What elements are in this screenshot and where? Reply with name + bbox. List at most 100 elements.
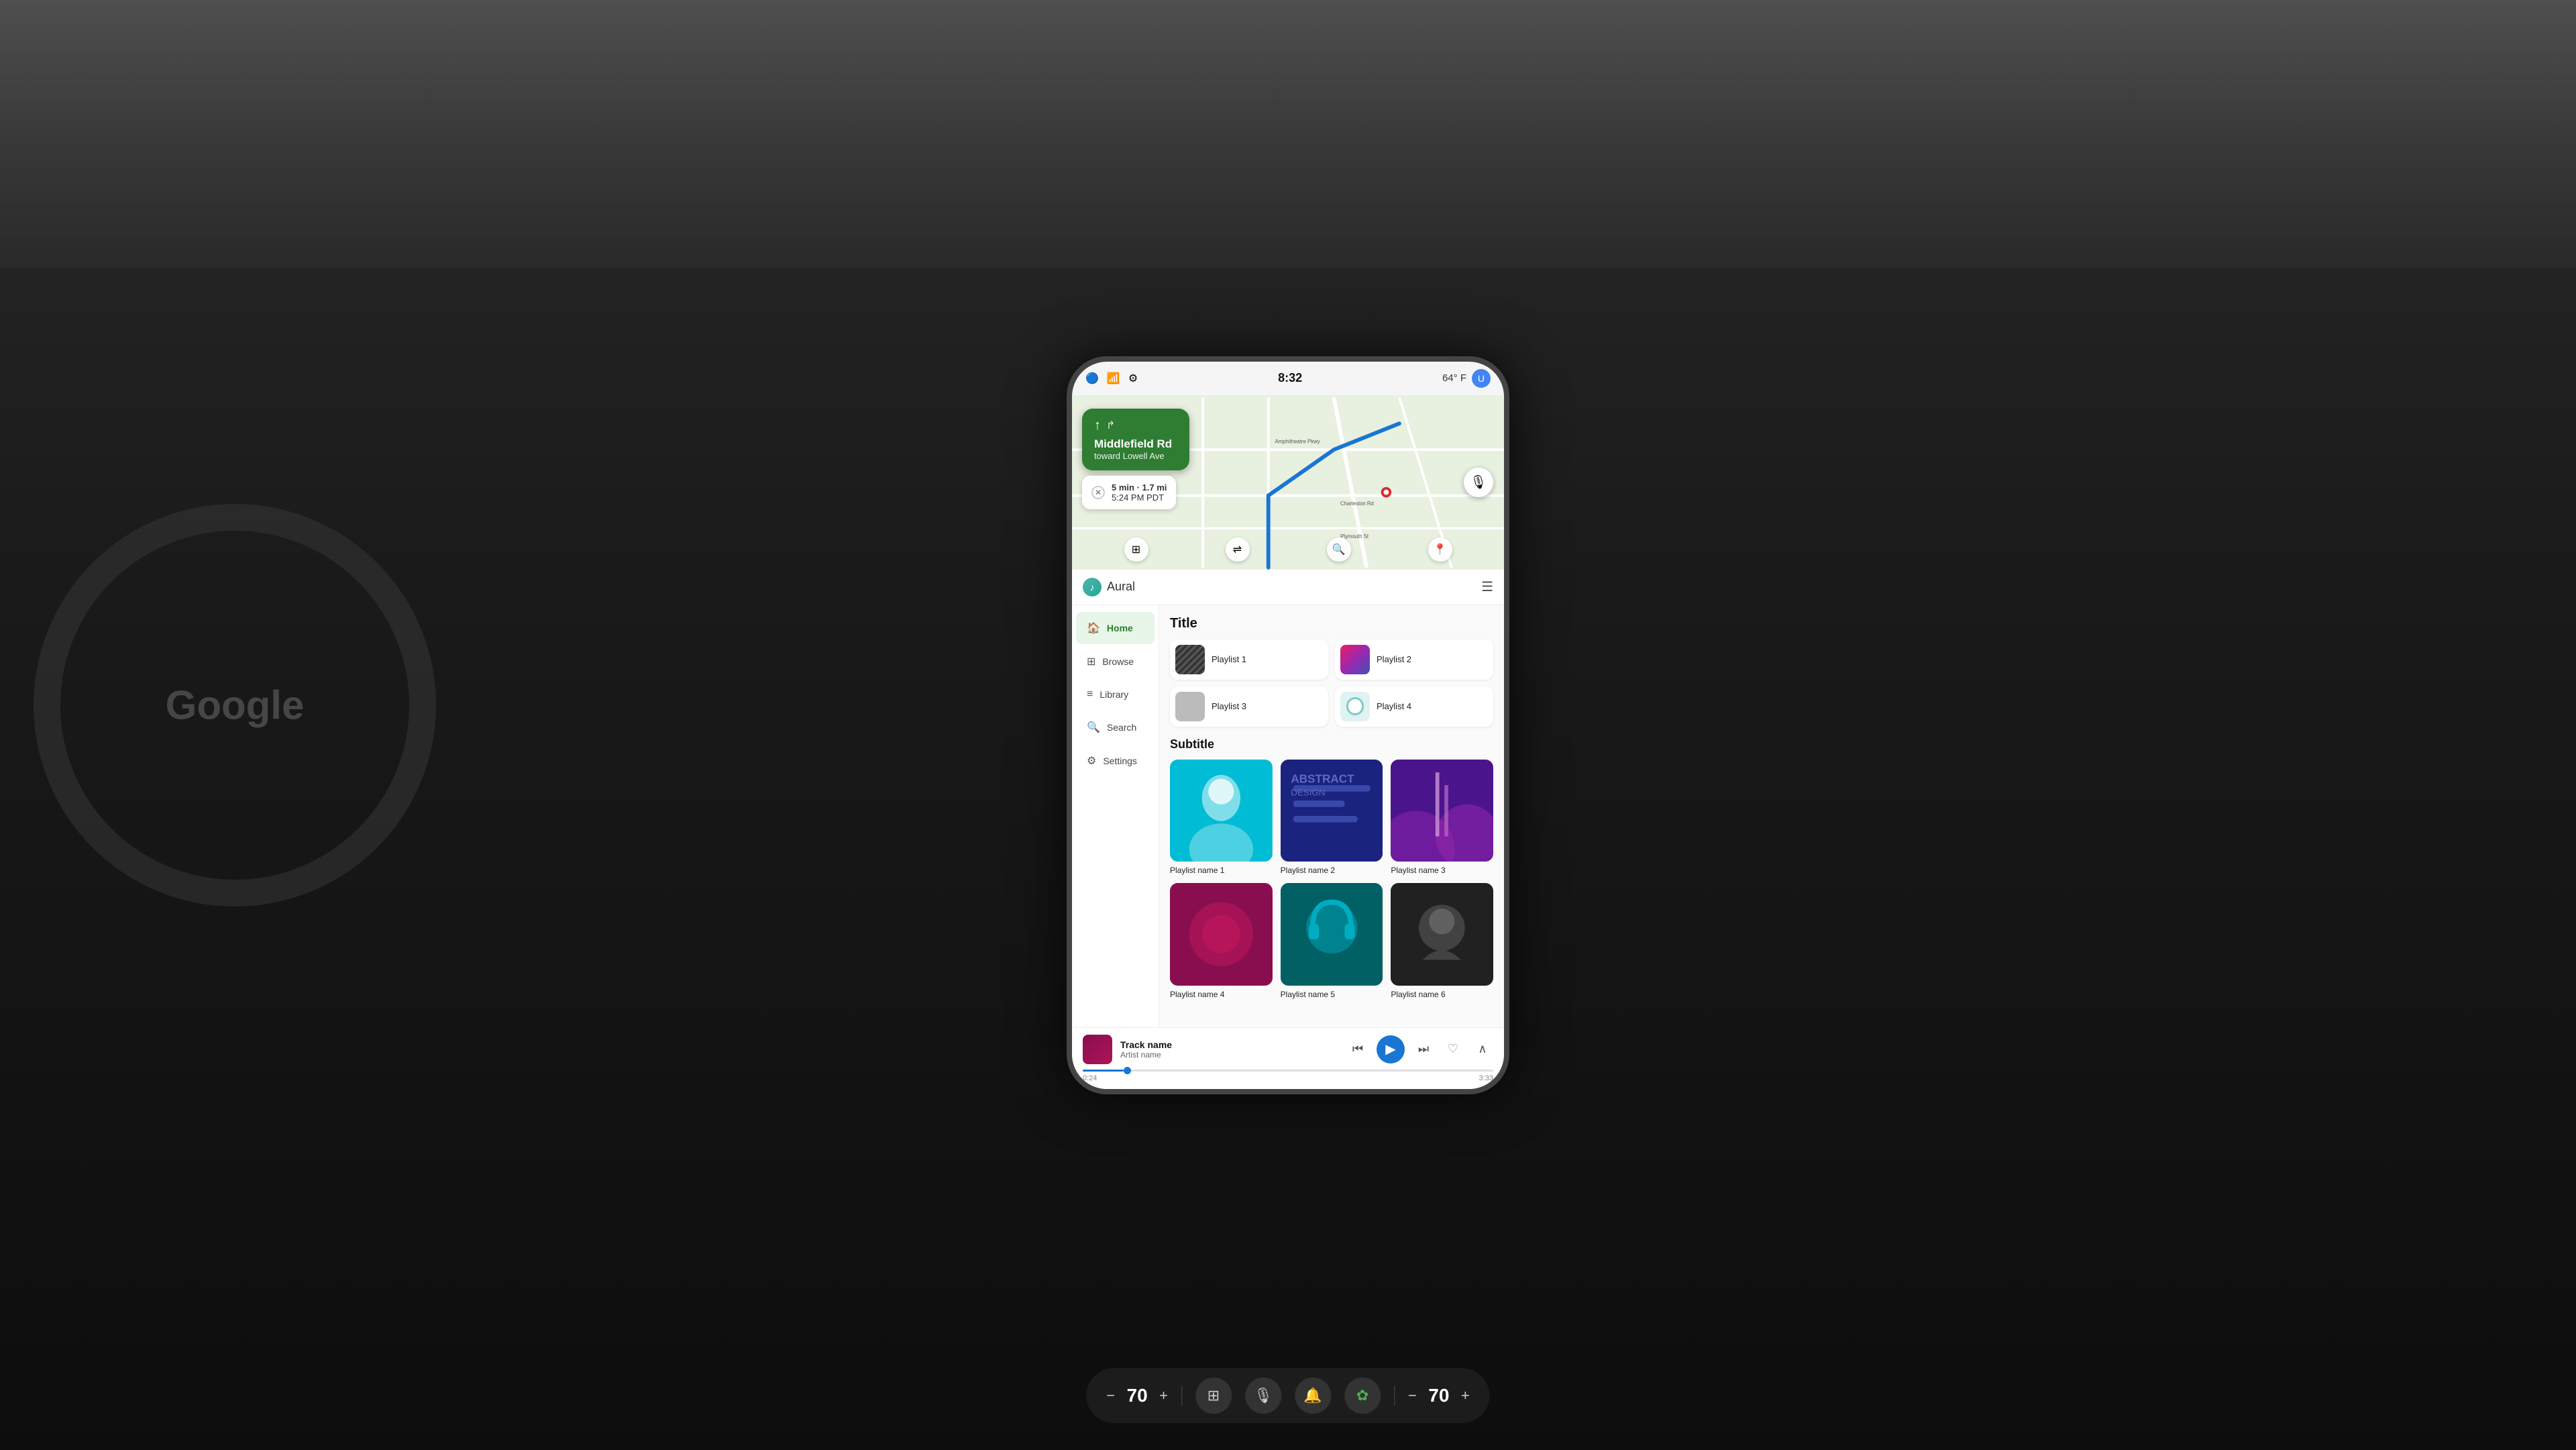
playlist-grid-small: Playlist 1 Playlist 2 Playlist 3 (1170, 639, 1493, 727)
sidebar-item-search[interactable]: 🔍 Search (1076, 711, 1155, 743)
content-area: Title Playlist 1 Playlist 2 (1159, 605, 1504, 1027)
divider-1 (1181, 1386, 1182, 1406)
playlist-large-2-name: Playlist name 2 (1281, 866, 1383, 875)
skip-back-button[interactable]: ⏮ (1347, 1039, 1368, 1060)
up-arrow-icon: ↑ (1094, 418, 1101, 433)
progress-fill (1083, 1070, 1124, 1072)
map-section: Amphitheatre Pkwy Charleston Rd Plymouth… (1072, 395, 1504, 570)
playlist-large-item-2[interactable]: ABSTRACT DESIGN Playlist name 2 (1281, 760, 1383, 876)
playlist-large-item-1[interactable]: Playlist name 1 (1170, 760, 1273, 876)
player-artist-name: Artist name (1120, 1050, 1339, 1059)
progress-dot (1124, 1067, 1131, 1074)
progress-bar[interactable] (1083, 1070, 1493, 1072)
svg-text:Charleston Rd: Charleston Rd (1340, 501, 1374, 507)
playlist-4-thumb (1340, 692, 1370, 721)
mic-car-button[interactable]: 🎙 (1245, 1378, 1281, 1414)
device-screen: 🔵 📶 ⚙ 8:32 64° F U (1067, 356, 1509, 1094)
vol-left-plus[interactable]: + (1159, 1387, 1168, 1404)
vol-right-plus[interactable]: + (1461, 1387, 1470, 1404)
eta-info: 5 min · 1.7 mi 5:24 PM PDT (1112, 482, 1167, 503)
nav-turn-icon: ↱ (1106, 419, 1115, 432)
playlist-large-4-thumb (1170, 883, 1273, 986)
playlist-large-3-thumb (1391, 760, 1493, 862)
vol-left-control: − 70 + (1106, 1385, 1168, 1406)
sidebar-item-library[interactable]: ≡ Library (1076, 679, 1155, 710)
queue-icon[interactable]: ☰ (1481, 578, 1493, 595)
play-pause-button[interactable]: ▶ (1377, 1035, 1405, 1064)
app-name-row: ♪ Aural (1083, 578, 1135, 597)
playlist-large-6-thumb (1391, 883, 1493, 986)
search-icon: 🔍 (1087, 721, 1100, 734)
playlist-1-name: Playlist 1 (1212, 654, 1246, 664)
status-bar: 🔵 📶 ⚙ 8:32 64° F U (1072, 362, 1504, 395)
settings-car-button[interactable]: ✿ (1344, 1378, 1381, 1414)
player-main-row: Track name Artist name ⏮ ▶ ⏭ ♡ ∧ (1083, 1035, 1493, 1064)
app-logo: ♪ (1083, 578, 1102, 597)
car-controls-bar: − 70 + ⊞ 🎙 🔔 ✿ − 70 + (1086, 1368, 1489, 1423)
navigation-card: ↑ ↱ Middlefield Rd toward Lowell Ave (1082, 409, 1189, 470)
svg-text:ABSTRACT: ABSTRACT (1291, 772, 1354, 785)
playlist-grid-large: Playlist name 1 ABSTRACT DESIGN (1170, 760, 1493, 999)
sidebar-item-settings[interactable]: ⚙ Settings (1076, 745, 1155, 777)
progress-current: 0:24 (1083, 1074, 1097, 1082)
playlist-large-item-4[interactable]: Playlist name 4 (1170, 883, 1273, 999)
map-location-button[interactable]: 📍 (1428, 537, 1452, 562)
progress-container: 0:24 3:33 (1083, 1070, 1493, 1082)
playlist-large-1-thumb (1170, 760, 1273, 862)
home-icon: 🏠 (1087, 621, 1100, 635)
playlist-large-3-name: Playlist name 3 (1391, 866, 1493, 875)
playlist-large-2-thumb: ABSTRACT DESIGN (1281, 760, 1383, 862)
progress-total: 3:33 (1479, 1074, 1493, 1082)
map-route-button[interactable]: ⇌ (1226, 537, 1250, 562)
svg-text:Amphitheatre Pkwy: Amphitheatre Pkwy (1275, 438, 1320, 444)
playlist-item-1[interactable]: Playlist 1 (1170, 639, 1328, 680)
sidebar: 🏠 Home ⊞ Browse ≡ Library 🔍 Search ⚙ (1072, 605, 1159, 1027)
svg-text:DESIGN: DESIGN (1291, 787, 1325, 797)
bluetooth-icon: 🔵 (1085, 372, 1099, 385)
playlist-1-thumb (1175, 645, 1205, 674)
playlist-large-5-name: Playlist name 5 (1281, 990, 1383, 999)
playlist-large-5-thumb (1281, 883, 1383, 986)
eta-card: ✕ 5 min · 1.7 mi 5:24 PM PDT (1082, 476, 1176, 509)
playlist-2-thumb (1340, 645, 1370, 674)
mic-button[interactable]: 🎙 (1464, 468, 1493, 497)
map-layers-button[interactable]: ⊞ (1124, 537, 1148, 562)
close-eta-button[interactable]: ✕ (1091, 486, 1105, 499)
vol-left-minus[interactable]: − (1106, 1387, 1115, 1404)
steering-wheel (34, 504, 436, 907)
sidebar-item-home[interactable]: 🏠 Home (1076, 612, 1155, 644)
temperature: 64° F (1442, 372, 1466, 384)
sidebar-home-label: Home (1107, 623, 1133, 633)
heart-button[interactable]: ♡ (1442, 1039, 1464, 1060)
playlist-large-6-name: Playlist name 6 (1391, 990, 1493, 999)
playlist-item-3[interactable]: Playlist 3 (1170, 686, 1328, 727)
playlist-large-item-5[interactable]: Playlist name 5 (1281, 883, 1383, 999)
road-background (0, 0, 2576, 268)
player-track-name: Track name (1120, 1039, 1339, 1050)
library-icon: ≡ (1087, 688, 1093, 701)
playlist-item-2[interactable]: Playlist 2 (1335, 639, 1493, 680)
status-left: 🔵 📶 ⚙ (1085, 372, 1138, 385)
bell-button[interactable]: 🔔 (1295, 1378, 1331, 1414)
player-controls: ⏮ ▶ ⏭ ♡ ∧ (1347, 1035, 1493, 1064)
playlist-2-name: Playlist 2 (1377, 654, 1411, 664)
skip-forward-button[interactable]: ⏭ (1413, 1039, 1434, 1060)
browse-icon: ⊞ (1087, 655, 1095, 668)
vol-right-value: 70 (1422, 1385, 1456, 1406)
sidebar-search-label: Search (1107, 722, 1136, 733)
status-time: 8:32 (1278, 371, 1302, 385)
expand-player-button[interactable]: ∧ (1472, 1039, 1493, 1060)
user-avatar[interactable]: U (1472, 369, 1491, 388)
vol-left-value: 70 (1120, 1385, 1154, 1406)
playlist-item-4[interactable]: Playlist 4 (1335, 686, 1493, 727)
app-header: ♪ Aural ☰ (1072, 570, 1504, 605)
apps-button[interactable]: ⊞ (1195, 1378, 1232, 1414)
nav-toward-text: toward Lowell Ave (1094, 451, 1177, 461)
sidebar-item-browse[interactable]: ⊞ Browse (1076, 645, 1155, 678)
playlist-large-item-3[interactable]: Playlist name 3 (1391, 760, 1493, 876)
map-search-button[interactable]: 🔍 (1327, 537, 1351, 562)
eta-arrival-time: 5:24 PM PDT (1112, 493, 1167, 503)
nav-direction: ↑ ↱ (1094, 418, 1177, 433)
vol-right-minus[interactable]: − (1408, 1387, 1417, 1404)
playlist-large-item-6[interactable]: Playlist name 6 (1391, 883, 1493, 999)
